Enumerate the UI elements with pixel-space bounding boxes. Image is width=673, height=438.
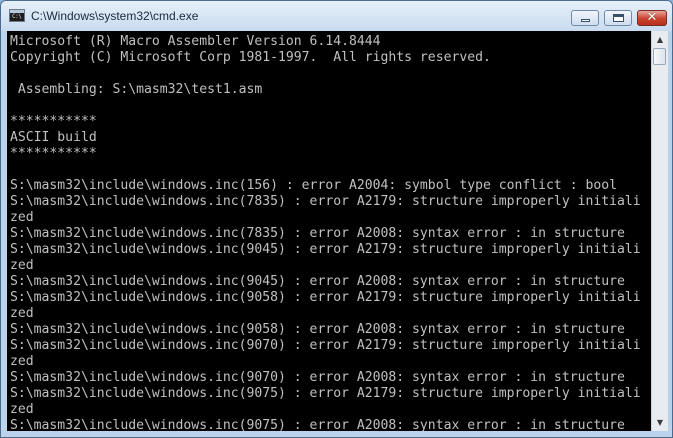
- minimize-button[interactable]: [571, 10, 599, 26]
- console-line: Copyright (C) Microsoft Corp 1981-1997. …: [10, 50, 491, 65]
- console-line: ***********: [10, 114, 97, 129]
- console-line: zed: [10, 306, 34, 321]
- title-bar[interactable]: C:\ C:\Windows\system32\cmd.exe ✕: [1, 1, 672, 31]
- console-text: Microsoft (R) Macro Assembler Version 6.…: [10, 34, 641, 431]
- console-line: Microsoft (R) Macro Assembler Version 6.…: [10, 34, 381, 49]
- console-line: zed: [10, 210, 34, 225]
- console-line: zed: [10, 402, 34, 417]
- console-line: zed: [10, 258, 34, 273]
- console-output[interactable]: Microsoft (R) Macro Assembler Version 6.…: [7, 31, 651, 431]
- console-line: S:\masm32\include\windows.inc(9075) : er…: [10, 386, 641, 401]
- maximize-button[interactable]: [604, 10, 632, 26]
- console-line: S:\masm32\include\windows.inc(156) : err…: [10, 178, 617, 193]
- console-line: ***********: [10, 146, 97, 161]
- window-title: C:\Windows\system32\cmd.exe: [31, 9, 199, 23]
- scroll-down-arrow-icon[interactable]: ▼: [652, 414, 668, 431]
- console-line: S:\masm32\include\windows.inc(9075) : er…: [10, 418, 625, 431]
- cmd-console-icon[interactable]: C:\: [9, 9, 25, 22]
- minimize-icon: [581, 19, 590, 22]
- console-line: S:\masm32\include\windows.inc(7835) : er…: [10, 194, 641, 209]
- console-line: ASCII build: [10, 130, 97, 145]
- maximize-icon: [613, 14, 624, 22]
- cmd-window: C:\ C:\Windows\system32\cmd.exe ✕ Micros…: [0, 0, 673, 438]
- console-line: S:\masm32\include\windows.inc(9045) : er…: [10, 274, 625, 289]
- console-line: S:\masm32\include\windows.inc(9058) : er…: [10, 290, 641, 305]
- vertical-scrollbar[interactable]: ▲ ▼: [651, 31, 668, 431]
- scroll-up-arrow-icon[interactable]: ▲: [652, 31, 668, 48]
- console-line: zed: [10, 354, 34, 369]
- console-line: S:\masm32\include\windows.inc(9045) : er…: [10, 242, 641, 257]
- console-line: S:\masm32\include\windows.inc(7835) : er…: [10, 226, 625, 241]
- close-button[interactable]: ✕: [637, 10, 667, 26]
- console-line: S:\masm32\include\windows.inc(9070) : er…: [10, 338, 641, 353]
- close-icon: ✕: [646, 10, 658, 25]
- console-line: S:\masm32\include\windows.inc(9070) : er…: [10, 370, 625, 385]
- cmd-icon-glyph: C:\: [12, 13, 22, 20]
- console-line: S:\masm32\include\windows.inc(9058) : er…: [10, 322, 625, 337]
- console-line: Assembling: S:\masm32\test1.asm: [10, 82, 263, 97]
- scrollbar-thumb[interactable]: [653, 48, 666, 65]
